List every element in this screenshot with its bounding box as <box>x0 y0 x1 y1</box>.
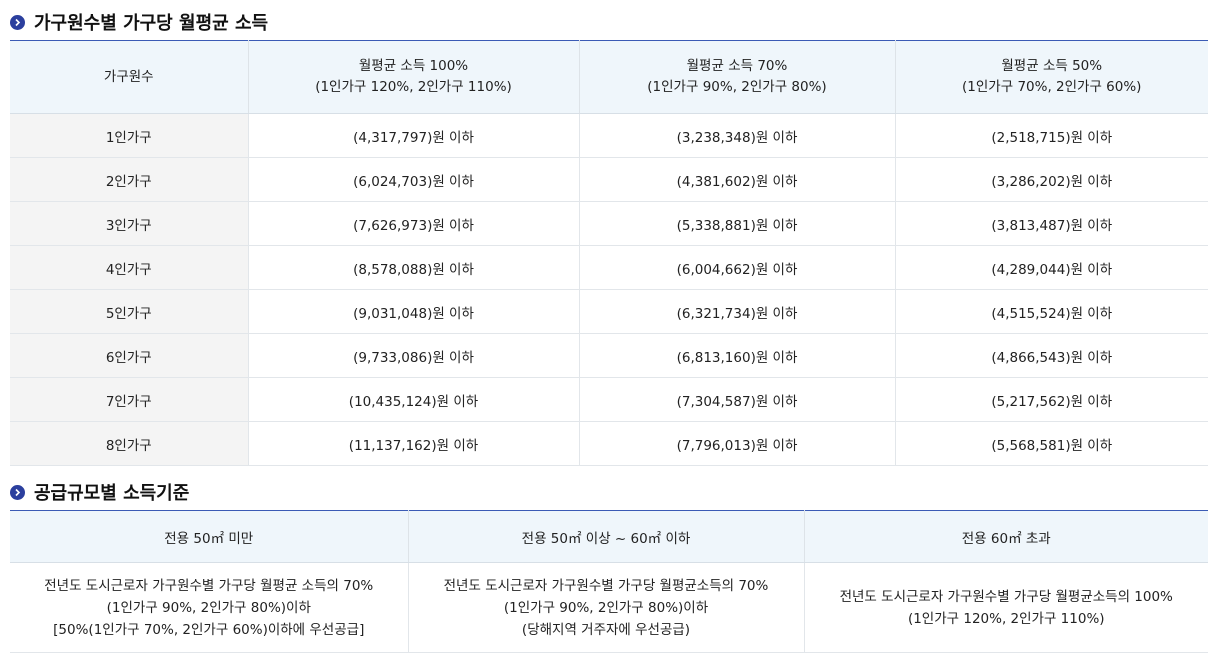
table-row: 전년도 도시근로자 가구원수별 가구당 월평균 소득의 70% (1인가구 90… <box>10 562 1208 653</box>
header-income-100: 월평균 소득 100% (1인가구 120%, 2인가구 110%) <box>247 40 579 114</box>
row-label: 3인가구 <box>10 201 248 246</box>
table-row: 8인가구 (11,137,162)원 이하 (7,796,013)원 이하 (5… <box>10 421 1208 466</box>
table-header-row: 가구원수 월평균 소득 100% (1인가구 120%, 2인가구 110%) … <box>10 40 1208 114</box>
table-row: 4인가구 (8,578,088)원 이하 (6,004,662)원 이하 (4,… <box>10 245 1208 290</box>
header-income-70: 월평균 소득 70% (1인가구 90%, 2인가구 80%) <box>578 40 895 114</box>
table-cell: (8,578,088)원 이하 <box>247 245 579 290</box>
table-cell: (6,024,703)원 이하 <box>247 157 579 202</box>
criteria-50-to-60: 전년도 도시근로자 가구원수별 가구당 월평균소득의 70% (1인가구 90%… <box>407 562 804 653</box>
row-label: 8인가구 <box>10 421 248 466</box>
section-title-household-income: 가구원수별 가구당 월평균 소득 <box>10 9 268 35</box>
table-row: 3인가구 (7,626,973)원 이하 (5,338,881)원 이하 (3,… <box>10 201 1208 246</box>
row-label: 4인가구 <box>10 245 248 290</box>
table-row: 5인가구 (9,031,048)원 이하 (6,321,734)원 이하 (4,… <box>10 289 1208 334</box>
table-cell: (3,286,202)원 이하 <box>894 157 1208 202</box>
table-cell: (4,515,524)원 이하 <box>894 289 1208 334</box>
table-cell: (4,317,797)원 이하 <box>247 113 579 158</box>
header-50-to-60: 전용 50㎡ 이상 ~ 60㎡ 이하 <box>407 510 804 563</box>
table-cell: (4,289,044)원 이하 <box>894 245 1208 290</box>
table-cell: (5,568,581)원 이하 <box>894 421 1208 466</box>
header-income-50: 월평균 소득 50% (1인가구 70%, 2인가구 60%) <box>894 40 1208 114</box>
table-cell: (2,518,715)원 이하 <box>894 113 1208 158</box>
header-household-size: 가구원수 <box>10 40 248 114</box>
table-cell: (11,137,162)원 이하 <box>247 421 579 466</box>
row-label: 2인가구 <box>10 157 248 202</box>
chevron-right-circle-icon <box>10 14 25 30</box>
table-cell: (6,321,734)원 이하 <box>578 289 895 334</box>
section-title-text: 가구원수별 가구당 월평균 소득 <box>34 13 269 34</box>
header-over-60: 전용 60㎡ 초과 <box>803 510 1208 563</box>
table-cell: (6,004,662)원 이하 <box>578 245 895 290</box>
table-cell: (7,626,973)원 이하 <box>247 201 579 246</box>
supply-size-income-table: 전용 50㎡ 미만 전용 50㎡ 이상 ~ 60㎡ 이하 전용 60㎡ 초과 전… <box>10 510 1208 653</box>
table-cell: (3,813,487)원 이하 <box>894 201 1208 246</box>
household-income-table: 가구원수 월평균 소득 100% (1인가구 120%, 2인가구 110%) … <box>10 40 1208 466</box>
table-row: 2인가구 (6,024,703)원 이하 (4,381,602)원 이하 (3,… <box>10 157 1208 202</box>
table-cell: (7,304,587)원 이하 <box>578 377 895 422</box>
section-title-text: 공급규모별 소득기준 <box>34 483 190 504</box>
row-label: 5인가구 <box>10 289 248 334</box>
chevron-right-circle-icon <box>10 484 25 500</box>
table-cell: (5,217,562)원 이하 <box>894 377 1208 422</box>
row-label: 1인가구 <box>10 113 248 158</box>
table-cell: (6,813,160)원 이하 <box>578 333 895 378</box>
row-label: 7인가구 <box>10 377 248 422</box>
table-row: 1인가구 (4,317,797)원 이하 (3,238,348)원 이하 (2,… <box>10 113 1208 158</box>
table-cell: (4,381,602)원 이하 <box>578 157 895 202</box>
table-cell: (5,338,881)원 이하 <box>578 201 895 246</box>
criteria-over-60: 전년도 도시근로자 가구원수별 가구당 월평균소득의 100% (1인가구 12… <box>803 562 1208 653</box>
table-cell: (10,435,124)원 이하 <box>247 377 579 422</box>
table-cell: (4,866,543)원 이하 <box>894 333 1208 378</box>
criteria-under-50: 전년도 도시근로자 가구원수별 가구당 월평균 소득의 70% (1인가구 90… <box>10 562 408 653</box>
table-row: 7인가구 (10,435,124)원 이하 (7,304,587)원 이하 (5… <box>10 377 1208 422</box>
table-cell: (7,796,013)원 이하 <box>578 421 895 466</box>
table-header-row: 전용 50㎡ 미만 전용 50㎡ 이상 ~ 60㎡ 이하 전용 60㎡ 초과 <box>10 510 1208 563</box>
section-title-supply-size: 공급규모별 소득기준 <box>10 479 189 505</box>
row-label: 6인가구 <box>10 333 248 378</box>
table-row: 6인가구 (9,733,086)원 이하 (6,813,160)원 이하 (4,… <box>10 333 1208 378</box>
table-cell: (9,031,048)원 이하 <box>247 289 579 334</box>
header-under-50: 전용 50㎡ 미만 <box>10 510 408 563</box>
table-cell: (3,238,348)원 이하 <box>578 113 895 158</box>
table-cell: (9,733,086)원 이하 <box>247 333 579 378</box>
